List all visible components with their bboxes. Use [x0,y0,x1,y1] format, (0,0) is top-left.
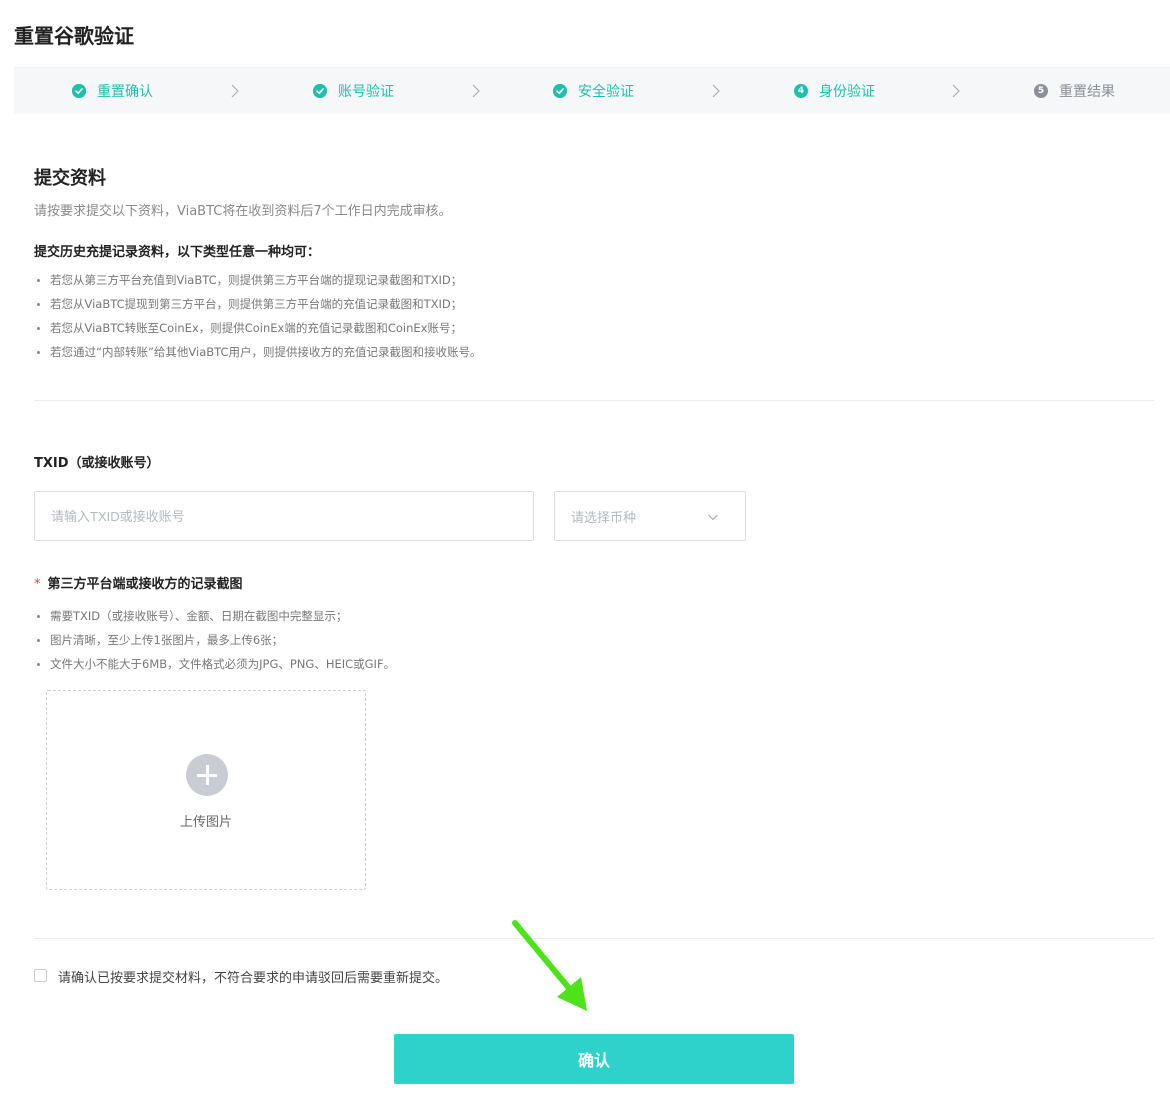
list-item: 若您通过“内部转账”给其他ViaBTC用户，则提供接收方的充值记录截图和接收账号… [34,340,482,364]
confirm-checkbox-label[interactable]: 请确认已按要求提交材料，不符合要求的申请驳回后需要重新提交。 [58,967,448,986]
list-item: 若您从ViaBTC提现到第三方平台，则提供第三方平台端的充值记录截图和TXID； [34,292,482,316]
step-account-verify: 账号验证 [313,68,394,114]
section-description: 请按要求提交以下资料，ViaBTC将在收到资料后7个工作日内完成审核。 [34,204,452,219]
number-4-icon: 4 [794,84,808,98]
check-circle-icon [313,84,327,98]
confirm-button[interactable]: 确认 [394,1034,794,1084]
step-identity-verify: 4 身份验证 [794,68,875,114]
plus-circle-icon [186,754,228,796]
history-title: 提交历史充提记录资料，以下类型任意一种均可： [34,245,321,260]
list-item: 若您从第三方平台充值到ViaBTC，则提供第三方平台端的提现记录截图和TXID； [34,268,482,292]
step-security-verify: 安全验证 [553,68,634,114]
coin-select-placeholder: 请选择币种 [571,510,637,526]
history-list: 若您从第三方平台充值到ViaBTC，则提供第三方平台端的提现记录截图和TXID；… [34,268,482,364]
page-title: 重置谷歌验证 [14,24,134,48]
txid-input[interactable] [34,491,534,541]
screenshot-label: * 第三方平台端或接收方的记录截图 [34,573,243,592]
step-reset-confirm: 重置确认 [72,68,153,114]
list-item: 图片清晰，至少上传1张图片，最多上传6张； [34,628,395,652]
step-label: 身份验证 [819,84,875,100]
list-item: 文件大小不能大于6MB，文件格式必须为JPG、PNG、HEIC或GIF。 [34,652,395,676]
progress-stepper: 重置确认 账号验证 安全验证 4 身份验证 5 重置结果 [14,67,1170,114]
list-item: 若您从ViaBTC转账至CoinEx，则提供CoinEx端的充值记录截图和Coi… [34,316,482,340]
chevron-right-icon [712,84,720,98]
upload-label: 上传图片 [179,815,232,830]
step-reset-result: 5 重置结果 [1034,68,1115,114]
check-circle-icon [553,84,567,98]
screenshot-rules: 需要TXID（或接收账号）、金额、日期在截图中完整显示； 图片清晰，至少上传1张… [34,604,395,676]
list-item: 需要TXID（或接收账号）、金额、日期在截图中完整显示； [34,604,395,628]
section-title: 提交资料 [34,168,106,189]
confirm-checkbox[interactable] [34,969,47,982]
chevron-right-icon [231,84,239,98]
step-label: 账号验证 [338,84,394,100]
chevron-down-icon [708,514,718,521]
number-5-icon: 5 [1034,84,1048,98]
screenshot-label-text: 第三方平台端或接收方的记录截图 [47,577,243,592]
step-label: 重置结果 [1059,84,1115,100]
chevron-right-icon [472,84,480,98]
txid-label: TXID（或接收账号） [34,456,160,471]
coin-select[interactable]: 请选择币种 [554,491,746,541]
image-upload-area[interactable]: 上传图片 [46,690,366,890]
chevron-right-icon [952,84,960,98]
step-label: 安全验证 [578,84,634,100]
divider [34,400,1154,401]
annotation-arrow-icon [512,920,587,1011]
check-circle-icon [72,84,86,98]
required-mark: * [34,577,41,592]
step-label: 重置确认 [97,84,153,100]
